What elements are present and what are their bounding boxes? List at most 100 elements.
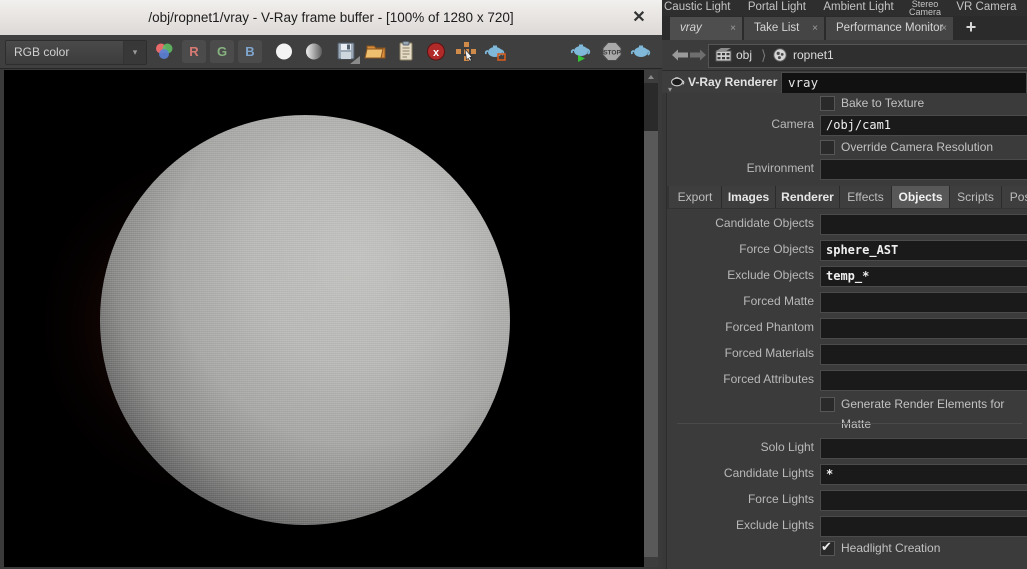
alpha-grey-glyph xyxy=(306,43,322,60)
camera-input[interactable]: /obj/cam1 xyxy=(820,115,1027,136)
clear-icon[interactable]: x xyxy=(424,40,448,63)
teapot2-glyph xyxy=(630,45,651,57)
tab-scripts[interactable]: Scripts xyxy=(950,186,1002,208)
render-region-icon[interactable] xyxy=(454,40,478,63)
forced-phantom-label: Forced Phantom xyxy=(725,320,814,334)
teapot-glyph xyxy=(484,45,506,61)
override-camera-resolution-label: Override Camera Resolution xyxy=(841,140,994,154)
shelf-item-vr-camera[interactable]: VR Camera xyxy=(949,0,1023,16)
param-override-camera-resolution: Override Camera Resolution xyxy=(667,137,1027,157)
pane-tab-row: vray × Take List × Performance Monitor ×… xyxy=(662,16,1027,40)
exclude-lights-input[interactable] xyxy=(820,516,1027,537)
tab-effects[interactable]: Effects xyxy=(840,186,892,208)
clipboard-icon[interactable] xyxy=(394,40,418,63)
render-vertical-scrollbar[interactable] xyxy=(644,70,658,567)
override-camera-resolution-checkbox[interactable] xyxy=(820,140,835,155)
alpha-grey-icon[interactable] xyxy=(302,40,326,63)
tab-objects[interactable]: Objects xyxy=(892,186,950,208)
tab-performance-monitor-close-icon[interactable]: × xyxy=(941,17,947,40)
force-objects-label: Force Objects xyxy=(739,242,814,256)
channel-select-value: RGB color xyxy=(14,45,70,59)
camera-label: Camera xyxy=(771,117,814,131)
exclude-objects-input[interactable]: temp_* xyxy=(820,266,1027,287)
param-candidate-lights: Candidate Lights * xyxy=(667,462,1027,485)
shelf-item-caustic-light[interactable]: Caustic Light xyxy=(662,0,737,16)
forced-attributes-label: Forced Attributes xyxy=(723,372,814,386)
tab-performance-monitor-label: Performance Monitor xyxy=(836,22,944,34)
tab-take-list[interactable]: Take List × xyxy=(744,17,824,40)
shelf-item-ambient-light[interactable]: Ambient Light xyxy=(816,0,900,16)
alpha-white-icon[interactable] xyxy=(272,40,296,63)
bake-to-texture-checkbox[interactable] xyxy=(820,96,835,111)
save-icon[interactable] xyxy=(334,40,360,64)
svg-text:x: x xyxy=(433,47,440,59)
forced-matte-input[interactable] xyxy=(820,292,1027,313)
bake-to-texture-label: Bake to Texture xyxy=(841,96,925,110)
tab-images[interactable]: Images xyxy=(722,186,776,208)
candidate-lights-label: Candidate Lights xyxy=(723,466,814,480)
scrollbar-track[interactable] xyxy=(644,131,658,557)
tab-take-list-close-icon[interactable]: × xyxy=(812,17,818,40)
force-objects-value: sphere_AST xyxy=(826,243,899,257)
scroll-down-icon[interactable] xyxy=(644,557,658,567)
forced-phantom-input[interactable] xyxy=(820,318,1027,339)
chevron-down-icon: ▾ xyxy=(123,41,146,64)
render-canvas[interactable] xyxy=(4,70,650,567)
tab-export[interactable]: Export xyxy=(669,186,722,208)
window-title: /obj/ropnet1/vray - V-Ray frame buffer -… xyxy=(148,10,514,25)
node-name-input[interactable]: vray xyxy=(781,72,1027,94)
forced-attributes-input[interactable] xyxy=(820,370,1027,391)
generate-render-elements-label: Generate Render Elements for Matte xyxy=(841,397,1005,431)
tab-renderer[interactable]: Renderer xyxy=(776,186,840,208)
exclude-lights-label: Exclude Lights xyxy=(735,518,814,532)
section-divider xyxy=(677,423,1022,424)
stop-icon[interactable]: STOP xyxy=(600,40,624,63)
clear-glyph: x xyxy=(427,42,445,61)
alpha-white-glyph xyxy=(276,43,292,60)
scrollbar-thumb[interactable] xyxy=(644,83,658,131)
shelf-item-stereo-camera[interactable]: Stereo Camera xyxy=(904,0,946,16)
tab-post-t[interactable]: Post T xyxy=(1002,186,1027,208)
channel-select[interactable]: RGB color ▾ xyxy=(5,40,147,65)
tab-vray-close-icon[interactable]: × xyxy=(730,17,736,40)
teapot-icon[interactable] xyxy=(630,40,654,63)
param-exclude-objects: Exclude Objects temp_* xyxy=(667,264,1027,287)
headlight-creation-checkbox[interactable] xyxy=(820,539,835,556)
tab-vray[interactable]: vray × xyxy=(670,17,742,40)
force-lights-input[interactable] xyxy=(820,490,1027,511)
svg-text:STOP: STOP xyxy=(603,50,621,57)
tab-take-list-label: Take List xyxy=(754,22,800,34)
generate-render-elements-checkbox[interactable] xyxy=(820,397,835,412)
breadcrumb-item-ropnet1[interactable]: ropnet1 xyxy=(793,45,834,65)
candidate-lights-input[interactable]: * xyxy=(820,464,1027,485)
red-channel-button[interactable]: R xyxy=(182,40,206,63)
rendered-image xyxy=(4,70,634,567)
environment-input[interactable] xyxy=(820,159,1027,180)
scroll-up-icon[interactable] xyxy=(644,70,658,83)
param-headlight-creation: Headlight Creation xyxy=(667,538,1027,558)
node-header-row: ▾ V-Ray Renderer vray xyxy=(662,71,1027,94)
rgb-channels-icon[interactable] xyxy=(152,40,176,63)
tab-performance-monitor[interactable]: Performance Monitor × xyxy=(826,17,953,40)
solo-light-input[interactable] xyxy=(820,438,1027,459)
back-arrow-icon[interactable] xyxy=(671,47,689,63)
green-channel-button[interactable]: G xyxy=(210,40,234,63)
candidate-objects-input[interactable] xyxy=(820,214,1027,235)
render-teapot-icon[interactable] xyxy=(570,40,594,63)
blue-channel-button[interactable]: B xyxy=(238,40,262,63)
shelf-item-portal-light[interactable]: Portal Light xyxy=(741,0,813,16)
open-folder-icon[interactable] xyxy=(364,40,388,63)
forced-materials-input[interactable] xyxy=(820,344,1027,365)
add-tab-button[interactable]: + xyxy=(958,17,984,40)
param-camera: Camera /obj/cam1 xyxy=(667,113,1027,136)
forward-arrow-icon[interactable] xyxy=(689,47,707,63)
force-lights-label: Force Lights xyxy=(747,492,814,506)
param-force-objects: Force Objects sphere_AST xyxy=(667,238,1027,261)
vray-teapot-icon[interactable] xyxy=(484,40,508,63)
breadcrumb[interactable]: obj ⟩ ropnet1 xyxy=(708,44,1027,68)
back-arrow-glyph xyxy=(672,49,688,61)
close-icon[interactable]: ✕ xyxy=(624,0,654,35)
force-objects-input[interactable]: sphere_AST xyxy=(820,240,1027,261)
param-generate-render-elements-for-matte: Generate Render Elements for Matte xyxy=(667,394,1027,431)
breadcrumb-item-obj[interactable]: obj xyxy=(736,45,752,65)
